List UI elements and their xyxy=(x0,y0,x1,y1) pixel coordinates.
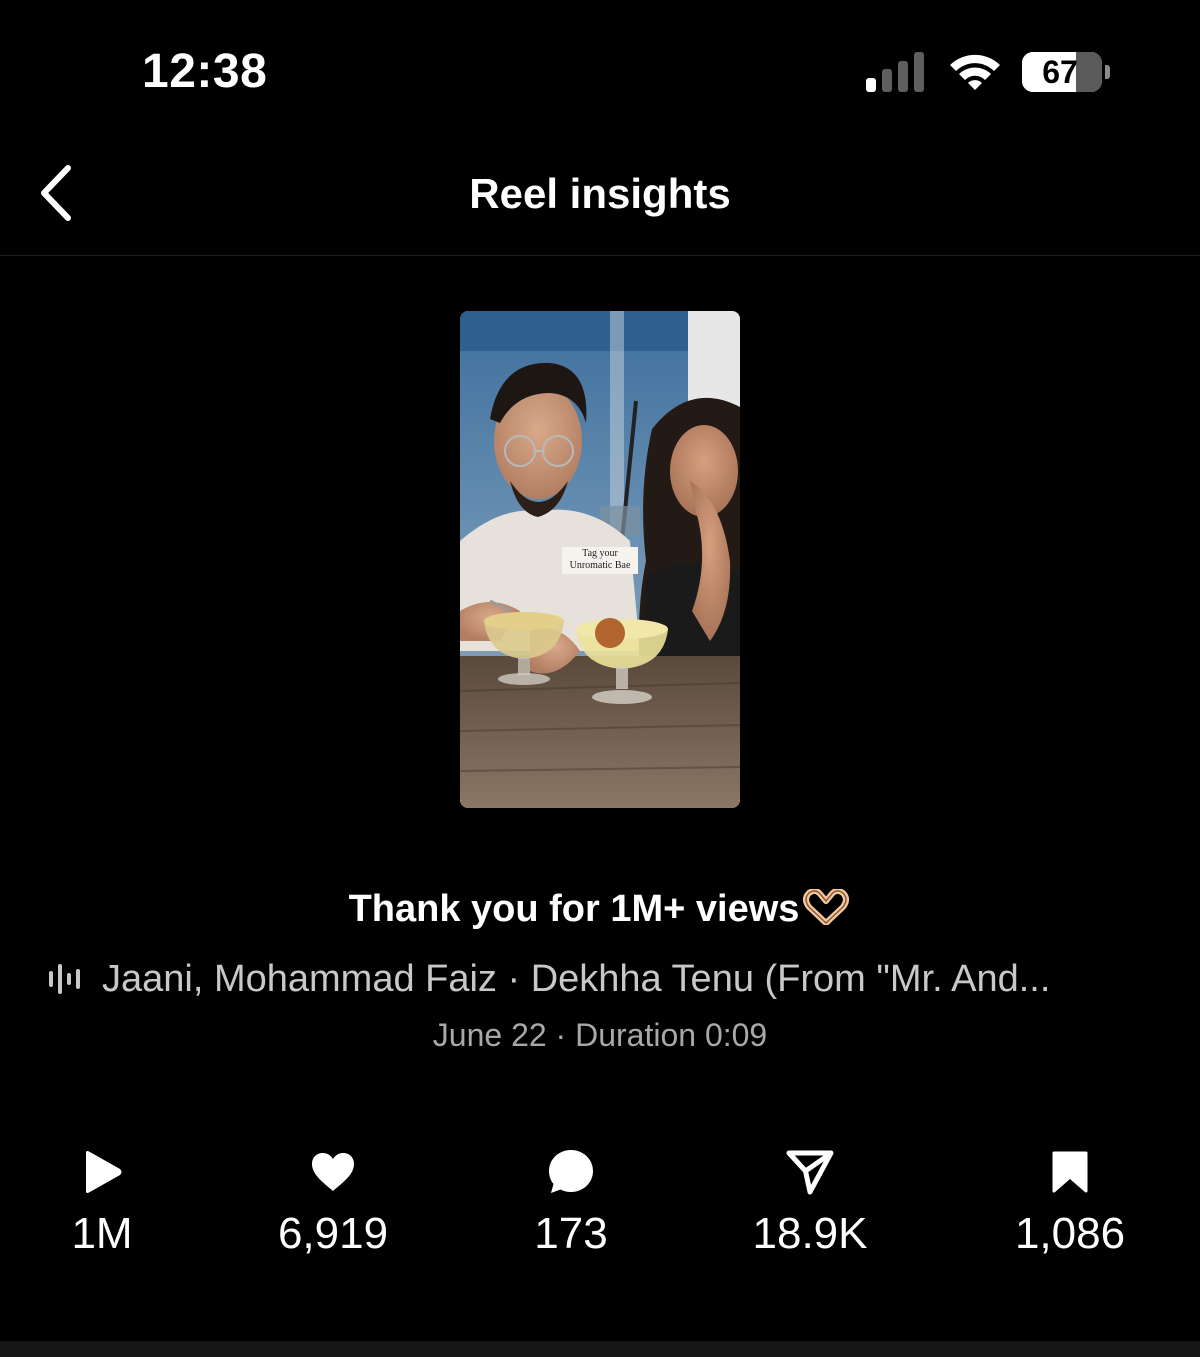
cellular-signal-icon xyxy=(866,52,924,92)
comment-icon xyxy=(549,1150,593,1193)
battery-percent: 67 xyxy=(1042,53,1078,90)
meta-separator: · xyxy=(555,1017,567,1053)
status-time: 12:38 xyxy=(142,45,268,98)
reel-date: June 22 xyxy=(432,1017,547,1053)
thumbnail-sticker: Tag your Unromatic Bae xyxy=(562,547,638,574)
audio-waveform-icon xyxy=(49,964,80,994)
reel-meta: June 22 · Duration 0:09 xyxy=(0,1014,1200,1056)
stat-plays-value: 1M xyxy=(71,1209,133,1258)
reel-caption: Thank you for 1M+ views xyxy=(0,885,1200,937)
stat-comments-value: 173 xyxy=(534,1209,608,1258)
stat-likes-value: 6,919 xyxy=(277,1209,389,1258)
thumbnail-sticker-line2: Unromatic Bae xyxy=(569,560,631,571)
stat-likes: 6,919 xyxy=(233,1146,433,1262)
share-icon xyxy=(786,1150,834,1195)
stat-shares: 18.9K xyxy=(710,1146,910,1262)
status-indicators: 67 xyxy=(866,48,1110,96)
stat-comments: 173 xyxy=(471,1146,671,1262)
stat-saves-value: 1,086 xyxy=(1014,1209,1126,1258)
audio-track[interactable]: Jaani, Mohammad Faiz · Dekhha Tenu (From… xyxy=(48,955,1160,1003)
heart-hands-emoji-icon xyxy=(801,887,851,937)
battery-body: 67 xyxy=(1022,52,1102,92)
wifi-icon xyxy=(950,54,1000,90)
stat-plays: 1M xyxy=(2,1146,202,1262)
stat-saves: 1,086 xyxy=(970,1146,1170,1262)
page-title: Reel insights xyxy=(469,170,731,217)
bookmark-icon xyxy=(1052,1151,1088,1193)
play-icon xyxy=(86,1151,122,1193)
thumbnail-sticker-line1: Tag your xyxy=(582,548,618,559)
nav-bar: Reel insights xyxy=(0,140,1200,256)
reel-duration: Duration 0:09 xyxy=(575,1017,768,1053)
reel-thumbnail[interactable]: Tag your Unromatic Bae xyxy=(460,311,740,808)
battery-indicator: 67 xyxy=(1022,52,1110,92)
battery-cap xyxy=(1105,65,1110,79)
reel-caption-text: Thank you for 1M+ views xyxy=(348,888,800,930)
stat-shares-value: 18.9K xyxy=(752,1209,868,1258)
heart-icon xyxy=(312,1153,354,1191)
audio-track-label: Jaani, Mohammad Faiz · Dekhha Tenu (From… xyxy=(102,958,1051,1000)
bottom-divider xyxy=(0,1341,1200,1357)
